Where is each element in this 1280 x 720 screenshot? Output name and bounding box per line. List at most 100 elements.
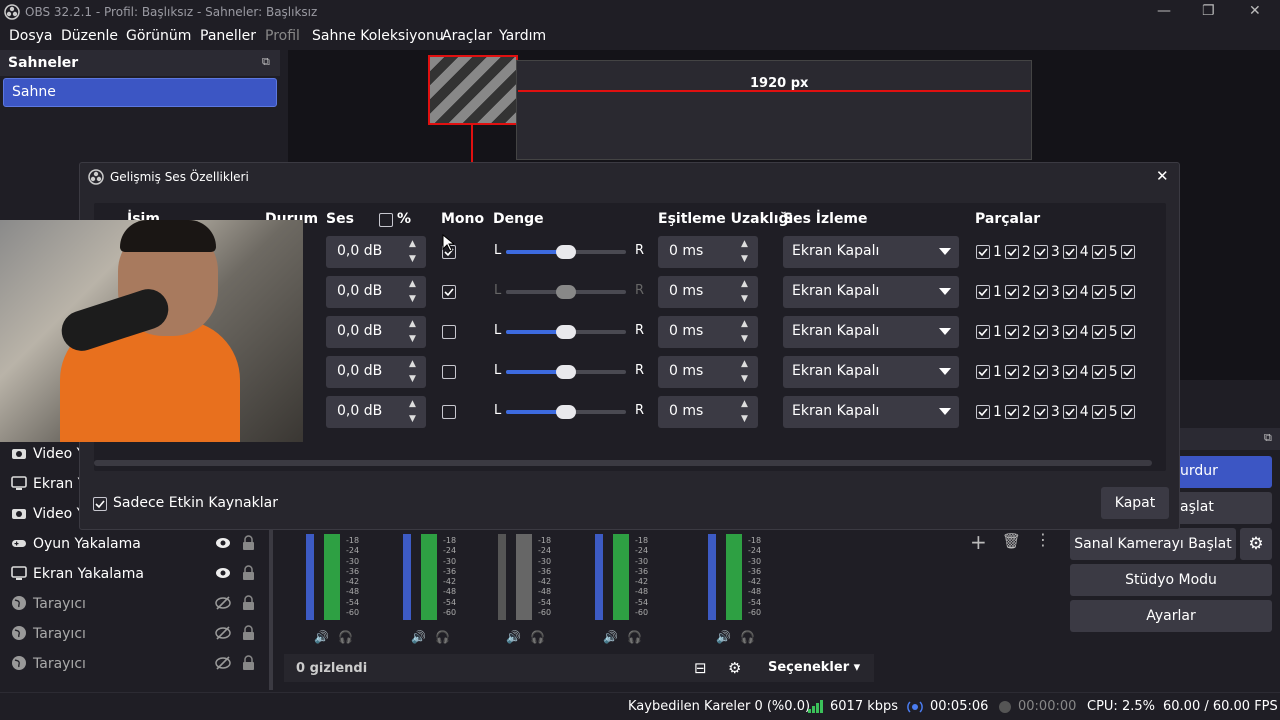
spin-down-icon[interactable]: ▼	[741, 254, 748, 264]
menu-duzenle[interactable]: Düzenle	[61, 28, 118, 44]
start-record-button[interactable]: aşlat	[1172, 492, 1272, 524]
volume-spinbox[interactable]: 0,0 dB ▲ ▼	[326, 236, 426, 268]
balance-handle[interactable]	[556, 245, 576, 259]
track-checkbox[interactable]	[1091, 325, 1106, 339]
spin-arrows[interactable]: ▲ ▼	[404, 316, 426, 348]
balance-handle[interactable]	[556, 325, 576, 339]
speaker-icon[interactable]: 🔊	[716, 630, 731, 644]
track-checkbox[interactable]	[976, 405, 990, 419]
spin-up-icon[interactable]: ▲	[409, 359, 416, 369]
menu-paneller[interactable]: Paneller	[200, 28, 256, 44]
studio-mode-button[interactable]: Stüdyo Modu	[1070, 564, 1272, 596]
sync-offset-spinbox[interactable]: 0 ms ▲ ▼	[658, 316, 758, 348]
spin-arrows[interactable]: ▲ ▼	[404, 276, 426, 308]
mono-checkbox[interactable]	[442, 405, 456, 419]
track-checkbox[interactable]	[1004, 245, 1019, 259]
track-checkbox[interactable]	[976, 245, 990, 259]
track-checkbox[interactable]	[1062, 245, 1077, 259]
monitoring-select[interactable]: Ekran Kapalı	[783, 396, 959, 428]
volume-fader[interactable]	[595, 534, 603, 620]
spin-down-icon[interactable]: ▼	[741, 294, 748, 304]
monitoring-select[interactable]: Ekran Kapalı	[783, 276, 959, 308]
percent-checkbox[interactable]	[379, 213, 393, 227]
monitoring-select[interactable]: Ekran Kapalı	[783, 236, 959, 268]
spin-arrows[interactable]: ▲ ▼	[736, 316, 758, 348]
eye-hidden-icon[interactable]	[215, 626, 231, 640]
balance-slider[interactable]	[506, 285, 626, 299]
track-checkbox[interactable]	[1091, 365, 1106, 379]
spin-arrows[interactable]: ▲ ▼	[404, 396, 426, 428]
spin-arrows[interactable]: ▲ ▼	[404, 236, 426, 268]
spin-up-icon[interactable]: ▲	[741, 399, 748, 409]
mixer-options-button[interactable]: Seçenekler ▾	[768, 660, 860, 675]
minimize-icon[interactable]: —	[1157, 3, 1171, 19]
spin-up-icon[interactable]: ▲	[409, 239, 416, 249]
menu-araclar[interactable]: Araçlar	[442, 28, 492, 44]
track-checkbox[interactable]	[1120, 285, 1135, 299]
volume-fader[interactable]	[708, 534, 716, 620]
track-checkbox[interactable]	[1004, 365, 1019, 379]
balance-handle[interactable]	[556, 405, 576, 419]
spin-arrows[interactable]: ▲ ▼	[736, 396, 758, 428]
add-transition-button[interactable]: +	[970, 530, 987, 554]
track-checkbox[interactable]	[1120, 365, 1135, 379]
spin-up-icon[interactable]: ▲	[741, 319, 748, 329]
lock-icon[interactable]	[242, 655, 255, 670]
volume-spinbox[interactable]: 0,0 dB ▲ ▼	[326, 276, 426, 308]
eye-icon[interactable]	[215, 536, 231, 550]
track-checkbox[interactable]	[1120, 325, 1135, 339]
mono-checkbox[interactable]	[442, 325, 456, 339]
source-row[interactable]: Tarayıcı	[0, 650, 265, 680]
spin-arrows[interactable]: ▲ ▼	[404, 356, 426, 388]
close-button[interactable]: Kapat	[1101, 487, 1169, 519]
spin-arrows[interactable]: ▲ ▼	[736, 236, 758, 268]
monitor-off-icon[interactable]: 🎧	[530, 630, 545, 644]
balance-handle[interactable]	[556, 365, 576, 379]
spin-down-icon[interactable]: ▼	[741, 414, 748, 424]
close-window-icon[interactable]: ✕	[1249, 3, 1261, 19]
volume-spinbox[interactable]: 0,0 dB ▲ ▼	[326, 316, 426, 348]
spin-down-icon[interactable]: ▼	[409, 254, 416, 264]
sync-offset-spinbox[interactable]: 0 ms ▲ ▼	[658, 276, 758, 308]
menu-sahne-koleksiyonu[interactable]: Sahne Koleksiyonu	[312, 28, 444, 44]
muted-speaker-icon[interactable]: 🔊	[506, 630, 521, 644]
track-checkbox[interactable]	[1004, 405, 1019, 419]
menu-gorunum[interactable]: Görünüm	[126, 28, 191, 44]
volume-spinbox[interactable]: 0,0 dB ▲ ▼	[326, 396, 426, 428]
eye-hidden-icon[interactable]	[215, 656, 231, 670]
sync-offset-spinbox[interactable]: 0 ms ▲ ▼	[658, 396, 758, 428]
track-checkbox[interactable]	[1033, 245, 1048, 259]
undock-icon[interactable]: ⧉	[262, 55, 270, 69]
lock-icon[interactable]	[242, 595, 255, 610]
track-checkbox[interactable]	[1004, 325, 1019, 339]
menu-profil[interactable]: Profil	[265, 28, 300, 44]
lock-icon[interactable]	[242, 535, 255, 550]
stop-stream-button[interactable]: urdur	[1172, 456, 1272, 488]
monitoring-select[interactable]: Ekran Kapalı	[783, 356, 959, 388]
spin-up-icon[interactable]: ▲	[741, 359, 748, 369]
source-row[interactable]: Tarayıcı	[0, 620, 265, 650]
source-row[interactable]: Ekran Yakalama	[0, 560, 265, 590]
eye-hidden-icon[interactable]	[215, 596, 231, 610]
lock-icon[interactable]	[242, 625, 255, 640]
mono-checkbox[interactable]	[442, 285, 456, 299]
virtual-camera-gear-icon[interactable]: ⚙	[1240, 528, 1272, 560]
track-checkbox[interactable]	[1033, 285, 1048, 299]
sync-offset-spinbox[interactable]: 0 ms ▲ ▼	[658, 356, 758, 388]
scene-item[interactable]: Sahne	[3, 78, 277, 107]
track-checkbox[interactable]	[1091, 285, 1106, 299]
spin-up-icon[interactable]: ▲	[409, 319, 416, 329]
track-checkbox[interactable]	[1033, 365, 1048, 379]
menu-yardim[interactable]: Yardım	[499, 28, 546, 44]
more-icon[interactable]: ⋮	[1035, 530, 1051, 549]
horizontal-scrollbar[interactable]	[94, 460, 1152, 466]
spin-up-icon[interactable]: ▲	[409, 399, 416, 409]
balance-slider[interactable]	[506, 245, 626, 259]
spin-down-icon[interactable]: ▼	[409, 374, 416, 384]
track-checkbox[interactable]	[1062, 285, 1077, 299]
track-checkbox[interactable]	[1091, 405, 1106, 419]
track-checkbox[interactable]	[1120, 405, 1135, 419]
virtual-camera-button[interactable]: Sanal Kamerayı Başlat	[1070, 528, 1236, 560]
source-row[interactable]: Tarayıcı	[0, 590, 265, 620]
spin-up-icon[interactable]: ▲	[741, 239, 748, 249]
